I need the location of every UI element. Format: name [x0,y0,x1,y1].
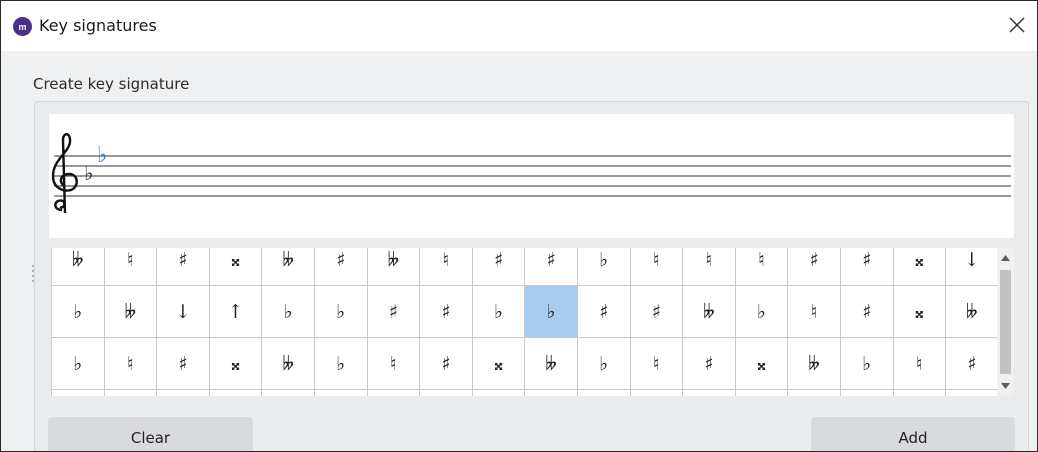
accidental-cell[interactable]: 𝄫 [788,338,841,390]
accidental-cell[interactable]: 𝄫 [525,338,578,390]
accidental-cell[interactable]: · [472,390,526,396]
palette-scrollbar[interactable] [997,248,1014,396]
accidental-cell[interactable]: ♯ [577,286,631,338]
staff-lines [54,155,1011,197]
accidental-cell[interactable]: ♮ [735,248,789,286]
accidental-cell[interactable]: · [683,390,736,396]
accidental-cell[interactable]: 𝄪 [735,338,789,390]
scroll-up-icon[interactable] [997,248,1014,268]
palette-row: ·↑↑↑↑···▸····TTTT [52,390,998,396]
accidental-cell[interactable]: · [314,390,368,396]
accidental-cell[interactable]: ♭ [577,248,631,286]
accidental-cell[interactable]: T [893,390,947,396]
accidental-cell[interactable]: ↑ [262,390,315,396]
accidental-cell[interactable]: ♮ [893,338,947,390]
accidental-cell[interactable]: ↑ [104,390,158,396]
scroll-down-icon[interactable] [997,376,1014,396]
accidental-cell[interactable]: 𝄪 [893,248,947,286]
staff-preview: ♭ ♭ [49,114,1014,238]
accidental-cell[interactable]: ♮ [367,338,421,390]
add-button[interactable]: Add [811,417,1015,451]
accidental-cell[interactable]: ♭ [735,286,789,338]
accidental-cell[interactable]: · [52,390,105,396]
accidental-cell[interactable]: · [577,390,631,396]
resize-grip-icon[interactable] [31,263,35,283]
palette-row: ♭ 𝄫 ↓ ↑ ♭ ♭ ♯ ♯ ♭ ♭ ♯ ♯ 𝄫 ♭ ♮ ♯ 𝄪 𝄫 [52,286,998,338]
accidental-cell[interactable]: 𝄪 [209,248,263,286]
accidental-cell[interactable]: 𝄫 [52,248,105,286]
accidental-cell[interactable]: T [946,390,998,396]
accidental-cell[interactable]: ♯ [472,248,526,286]
accidental-cell[interactable]: ♯ [314,248,368,286]
accidental-cell[interactable]: ♯ [946,338,998,390]
scrollbar-thumb[interactable] [1000,270,1011,374]
accidental-cell[interactable]: 𝄫 [104,286,158,338]
accidental-cell[interactable]: 𝄫 [683,286,736,338]
accidental-cell[interactable]: ↓ [946,248,998,286]
title-bar: m Key signatures [1,1,1037,51]
accidental-cell[interactable]: ↑ [209,390,263,396]
accidental-cell[interactable]: · [630,390,684,396]
accidental-cell[interactable]: ↓ [157,286,210,338]
accidental-cell[interactable]: ♮ [683,248,736,286]
accidental-cell[interactable]: ♭ [314,286,368,338]
accidental-cell[interactable]: ♯ [367,286,421,338]
accidental-cell[interactable]: ♭ [262,286,315,338]
accidentals-palette: 𝄫 ♮ ♯ 𝄪 𝄫 ♯ 𝄫 ♮ ♯ ♯ ♭ ♮ ♮ ♮ ♯ ♯ 𝄪 ↓ ♭ 𝄫 ↓ ↑ ♭ ♭ ♯ ♯ ♭ ♭ ♯ ♯ 𝄫 ♭ ♮ ♯ 𝄪 𝄫 ♭ ♮ ♯ 𝄪… [51,248,998,396]
palette-row: ♭ ♮ ♯ 𝄪 𝄫 ♭ ♮ ♯ 𝄪 𝄫 ♭ ♮ ♯ 𝄪 𝄫 ♭ ♮ ♯ [52,338,998,390]
accidental-cell[interactable]: 𝄫 [262,338,315,390]
accidental-cell[interactable]: · [735,390,789,396]
treble-clef-icon [51,133,78,214]
accidental-cell[interactable]: ↑ [209,286,263,338]
accidental-cell[interactable]: ♭ [314,338,368,390]
palette-row: 𝄫 ♮ ♯ 𝄪 𝄫 ♯ 𝄫 ♮ ♯ ♯ ♭ ♮ ♮ ♮ ♯ ♯ 𝄪 ↓ [52,248,998,286]
flat-accidental-highlighted: ♭ [97,143,107,168]
svg-text:m: m [18,22,26,32]
accidental-cell[interactable]: 𝄪 [893,286,947,338]
accidental-cell[interactable]: ♭ [577,338,631,390]
accidental-cell[interactable]: ♯ [525,248,578,286]
accidental-cell[interactable]: T [788,390,841,396]
accidental-cell[interactable]: ♯ [420,338,473,390]
accidental-cell[interactable]: ♯ [683,338,736,390]
accidental-cell[interactable]: ♮ [630,248,684,286]
accidental-cell[interactable]: 𝄫 [946,286,998,338]
accidental-cell[interactable]: ♮ [104,248,158,286]
accidental-cell[interactable]: ♭ [840,338,894,390]
accidental-cell[interactable]: 𝄪 [209,338,263,390]
accidental-cell[interactable]: ♮ [788,286,841,338]
window-title: Key signatures [39,16,157,35]
accidental-cell[interactable]: ♮ [420,248,473,286]
accidental-cell[interactable]: ♭ [52,338,105,390]
clear-button[interactable]: Clear [48,417,253,451]
accidental-cell[interactable]: 𝄫 [262,248,315,286]
accidental-cell[interactable]: ♯ [840,248,894,286]
accidental-cell[interactable]: ♯ [788,248,841,286]
accidental-cell[interactable]: ♯ [157,338,210,390]
accidental-cell[interactable]: ♭ [472,286,526,338]
key-signatures-dialog: m Key signatures Create key signature ♭ … [0,0,1038,452]
accidental-cell[interactable]: ♭ [52,286,105,338]
accidental-cell[interactable]: ♯ [157,248,210,286]
accidental-cell[interactable]: ♯ [840,286,894,338]
accidental-cell[interactable]: ↑ [157,390,210,396]
accidental-cell[interactable]: 𝄪 [472,338,526,390]
accidental-cell[interactable]: ▸ [525,390,578,396]
accidental-cell[interactable]: ♭ [525,286,578,338]
accidental-cell[interactable]: T [840,390,894,396]
close-icon[interactable] [1003,11,1031,39]
accidental-cell[interactable]: ♮ [104,338,158,390]
accidental-cell[interactable] [420,390,473,396]
accidental-cell[interactable]: ♮ [630,338,684,390]
accidental-cell[interactable]: ♯ [630,286,684,338]
musescore-logo-icon: m [13,17,32,36]
accidental-cell[interactable]: ♯ [420,286,473,338]
accidental-cell[interactable]: 𝄫 [367,248,421,286]
accidental-cell[interactable]: · [367,390,421,396]
flat-accidental: ♭ [84,161,93,185]
section-label: Create key signature [33,75,190,93]
